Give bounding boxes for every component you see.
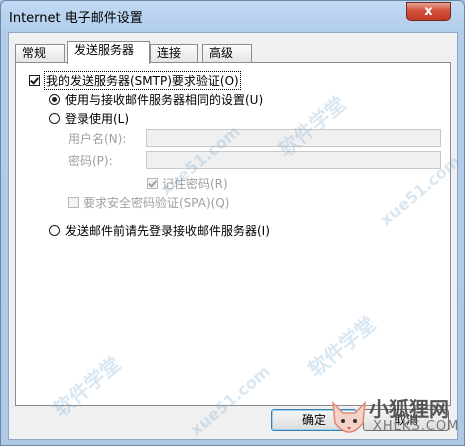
title-bar[interactable]: Internet 电子邮件设置 x [1, 1, 464, 31]
login-using-radio[interactable] [49, 113, 60, 124]
log-on-first-label: 发送邮件前请先登录接收邮件服务器(I) [65, 224, 270, 238]
tab-outgoing-server[interactable]: 发送服务器 [67, 41, 150, 64]
password-field[interactable] [146, 151, 441, 169]
outgoing-server-panel: 我的发送服务器(SMTP)要求验证(O) 使用与接收邮件服务器相同的设置(U) … [15, 62, 451, 406]
password-label: 密码(P): [68, 154, 113, 168]
close-icon: x [424, 4, 433, 19]
smtp-auth-checkbox[interactable] [29, 75, 40, 86]
require-spa-option[interactable]: 要求安全密码验证(SPA)(Q) [68, 194, 229, 211]
watermark-logo-sub: XHLKS.COM [373, 419, 460, 434]
dialog-client: 常规 发送服务器 连接 高级 我的发送服务器(SMTP)要求验证(O) 使用与接… [8, 32, 458, 440]
require-spa-checkbox[interactable] [68, 197, 79, 208]
log-on-first-option[interactable]: 发送邮件前请先登录接收邮件服务器(I) [49, 222, 270, 239]
username-label: 用户名(N): [68, 132, 127, 146]
tab-general[interactable]: 常规 [15, 44, 65, 63]
use-same-settings-radio[interactable] [49, 94, 60, 105]
use-same-settings-option[interactable]: 使用与接收邮件服务器相同的设置(U) [49, 91, 263, 108]
username-field[interactable] [146, 129, 441, 147]
remember-password-label: 记住密码(R) [162, 177, 228, 191]
close-button[interactable]: x [406, 2, 451, 21]
log-on-first-radio[interactable] [49, 225, 60, 236]
login-using-option[interactable]: 登录使用(L) [49, 110, 129, 127]
dialog-window: Internet 电子邮件设置 x 常规 发送服务器 连接 高级 我的发送服务器… [0, 0, 465, 446]
smtp-auth-label: 我的发送服务器(SMTP)要求验证(O) [44, 71, 241, 90]
tab-connection[interactable]: 连接 [150, 44, 198, 63]
use-same-settings-label: 使用与接收邮件服务器相同的设置(U) [65, 93, 264, 107]
smtp-auth-option[interactable]: 我的发送服务器(SMTP)要求验证(O) [29, 71, 241, 90]
remember-password-checkbox[interactable] [147, 178, 158, 189]
require-spa-label: 要求安全密码验证(SPA)(Q) [83, 196, 230, 210]
fox-logo-icon [332, 400, 366, 433]
login-using-label: 登录使用(L) [65, 112, 130, 126]
watermark-logo-text: 小狐狸网 [369, 397, 449, 421]
window-title: Internet 电子邮件设置 [9, 11, 143, 26]
remember-password-option[interactable]: 记住密码(R) [147, 175, 228, 192]
tab-advanced[interactable]: 高级 [202, 44, 252, 63]
